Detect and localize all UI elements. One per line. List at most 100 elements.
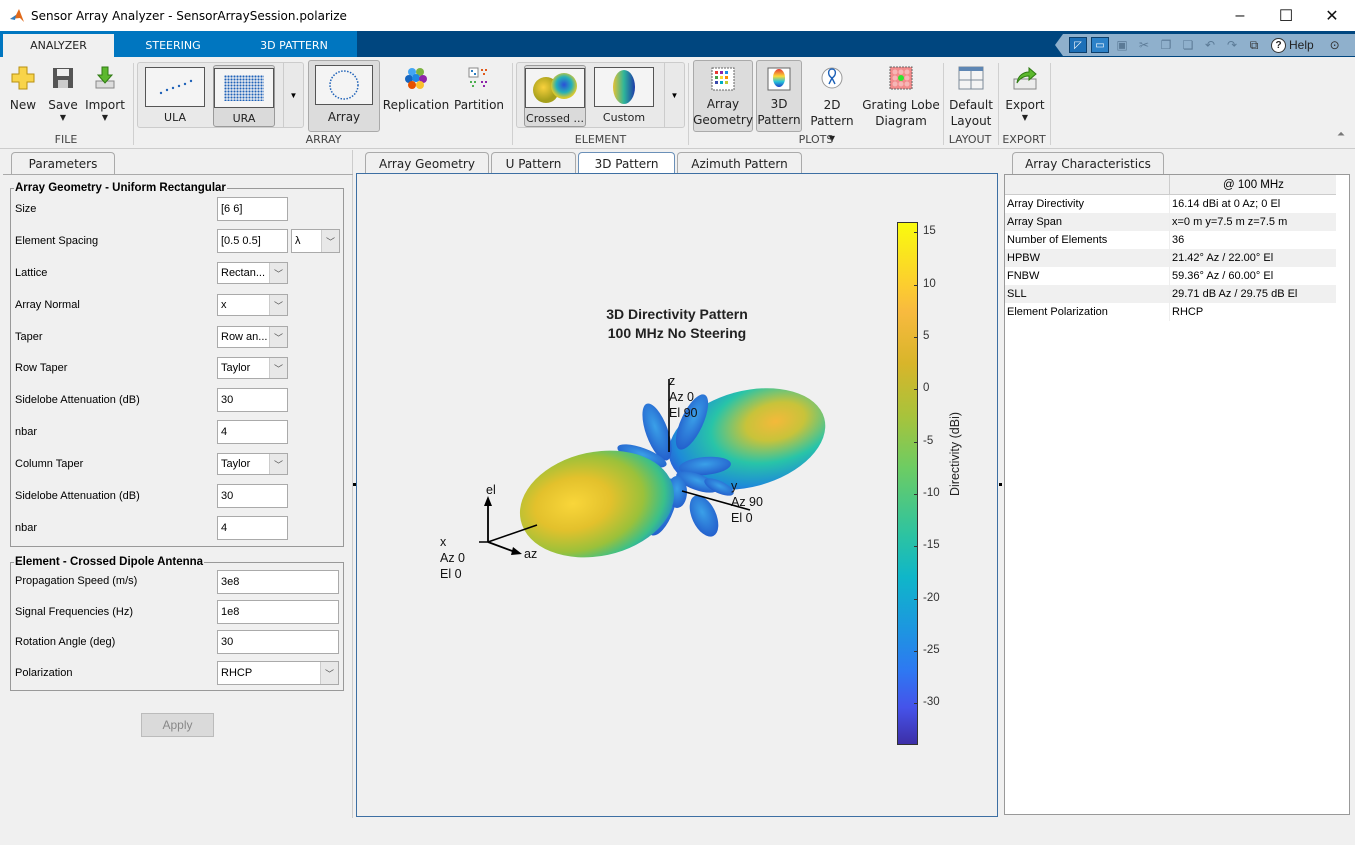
- row-taper-select[interactable]: Taylor ﹀: [217, 357, 288, 379]
- custom-element-button[interactable]: Custom: [593, 65, 655, 127]
- tab-u-pattern[interactable]: U Pattern: [491, 152, 576, 174]
- rotation-angle-label: Rotation Angle (deg): [15, 636, 116, 648]
- colorbar-tick-mark: [914, 441, 918, 443]
- grating-lobe-label-line2: Diagram: [875, 114, 927, 128]
- tab-parameters[interactable]: Parameters: [11, 152, 115, 174]
- 3d-pattern-label-line1: 3D: [770, 97, 788, 111]
- quick-access-toolbar: ◸ ▭ ▣ ✂ ❐ ❏ ↶ ↷ ⧉ ? Help ⊙: [1055, 34, 1355, 56]
- ula-button[interactable]: ULA: [144, 65, 206, 127]
- 3d-pattern-plot-button[interactable]: 3D Pattern: [756, 60, 802, 132]
- close-button[interactable]: ✕: [1309, 0, 1355, 31]
- layout-icon: [958, 65, 984, 91]
- row-sidelobe-input[interactable]: 30: [217, 388, 288, 412]
- tab-steering[interactable]: STEERING: [118, 34, 228, 57]
- size-label: Size: [15, 203, 37, 215]
- colorbar-tick-label: -15: [923, 539, 940, 552]
- tab-azimuth-pattern[interactable]: Azimuth Pattern: [677, 152, 802, 174]
- cut-icon[interactable]: ✂: [1135, 37, 1153, 53]
- section-layout: LAYOUT: [948, 133, 992, 146]
- export-button[interactable]: Export ▼: [1002, 57, 1048, 123]
- property-name-cell: Number of Elements: [1005, 231, 1170, 249]
- tab-array-characteristics[interactable]: Array Characteristics: [1012, 152, 1164, 174]
- new-button[interactable]: New: [6, 57, 40, 113]
- size-input[interactable]: [6 6]: [217, 197, 288, 221]
- colorbar-tick-label: -30: [923, 696, 940, 709]
- array-normal-label: Array Normal: [15, 299, 80, 311]
- export-icon: [1012, 65, 1038, 91]
- 2d-pattern-plot-button[interactable]: 2D Pattern ▼: [806, 57, 858, 145]
- colorbar-tick-label: 5: [923, 330, 930, 343]
- section-array: ARRAY: [305, 133, 342, 146]
- save-button[interactable]: Save ▼: [46, 57, 80, 123]
- table-row: Element Polarization RHCP: [1005, 303, 1336, 321]
- undo-icon[interactable]: ↶: [1201, 37, 1219, 53]
- save-icon[interactable]: ▣: [1113, 37, 1131, 53]
- rotation-angle-input[interactable]: 30: [217, 630, 339, 654]
- el-label: el: [486, 483, 496, 497]
- property-value-cell: RHCP: [1172, 306, 1204, 318]
- window-layout-icon[interactable]: ⧉: [1245, 37, 1263, 53]
- colorbar-tick-mark: [914, 232, 918, 234]
- import-button[interactable]: Import ▼: [85, 57, 125, 123]
- table-row: FNBW 59.36° Az / 60.00° El: [1005, 267, 1336, 285]
- element-legend: Element - Crossed Dipole Antenna: [15, 556, 204, 568]
- apply-button[interactable]: Apply: [141, 713, 214, 737]
- array-gallery-more-button[interactable]: ▼: [283, 63, 303, 127]
- array-geometry-plot-button[interactable]: Array Geometry: [693, 60, 753, 132]
- maximize-button[interactable]: ☐: [1263, 0, 1309, 31]
- ula-thumbnail-icon: [145, 67, 205, 107]
- spacing-unit-select[interactable]: λ ﹀: [291, 229, 340, 253]
- property-value-cell: x=0 m y=7.5 m z=7.5 m: [1172, 216, 1288, 228]
- row-nbar-input[interactable]: 4: [217, 420, 288, 444]
- column-sidelobe-input[interactable]: 30: [217, 484, 288, 508]
- propagation-speed-input[interactable]: 3e8: [217, 570, 339, 594]
- array-normal-select[interactable]: x ﹀: [217, 294, 288, 316]
- polarization-label: Polarization: [15, 667, 73, 679]
- property-value-cell: 36: [1172, 234, 1185, 246]
- window-title: Sensor Array Analyzer - SensorArraySessi…: [31, 8, 347, 23]
- partition-icon: [466, 65, 492, 91]
- tab-array-geometry[interactable]: Array Geometry: [365, 152, 489, 174]
- tab-analyzer[interactable]: ANALYZER: [3, 34, 114, 57]
- paste-icon[interactable]: ❏: [1179, 37, 1197, 53]
- pattern-plot-icon[interactable]: ▭: [1091, 37, 1109, 53]
- partition-button[interactable]: Partition: [454, 57, 504, 113]
- colorbar-tick-mark: [914, 337, 918, 339]
- section-element: ELEMENT: [574, 133, 627, 146]
- copy-icon[interactable]: ❐: [1157, 37, 1175, 53]
- expand-toolbar-icon[interactable]: ⊙: [1326, 37, 1344, 53]
- minimize-button[interactable]: –: [1217, 0, 1263, 31]
- ura-button[interactable]: URA: [213, 65, 275, 127]
- replication-button[interactable]: Replication: [383, 57, 449, 113]
- help-button[interactable]: ? Help: [1271, 37, 1314, 53]
- column-nbar-input[interactable]: 4: [217, 516, 288, 540]
- partition-label: Partition: [454, 98, 505, 112]
- lattice-value: Rectan...: [221, 267, 266, 279]
- array-geometry-legend: Array Geometry - Uniform Rectangular: [15, 182, 226, 194]
- element-spacing-input[interactable]: [0.5 0.5]: [217, 229, 288, 253]
- tab-3d-pattern[interactable]: 3D PATTERN: [232, 34, 356, 57]
- column-taper-select[interactable]: Taylor ﹀: [217, 453, 288, 475]
- array-plot-icon[interactable]: ◸: [1069, 37, 1087, 53]
- default-layout-button[interactable]: Default Layout: [947, 57, 995, 129]
- colorbar-tick-mark: [914, 546, 918, 548]
- lattice-label: Lattice: [15, 267, 48, 279]
- right-splitter-handle[interactable]: [999, 483, 1002, 486]
- crossed-dipole-button[interactable]: Crossed ...: [524, 65, 586, 127]
- tab-3d-pattern-plot[interactable]: 3D Pattern: [578, 152, 675, 175]
- element-gallery-more-button[interactable]: ▼: [664, 63, 684, 127]
- chevron-down-icon: ﹀: [320, 662, 338, 684]
- chevron-down-icon: ﹀: [321, 230, 339, 252]
- array-geometry-icon: [710, 66, 736, 92]
- left-splitter-handle[interactable]: [353, 483, 356, 486]
- save-caret-icon: ▼: [59, 113, 67, 122]
- polarization-select[interactable]: RHCP ﹀: [217, 661, 339, 685]
- redo-icon[interactable]: ↷: [1223, 37, 1241, 53]
- taper-select[interactable]: Row an... ﹀: [217, 326, 288, 348]
- grating-lobe-diagram-button[interactable]: Grating Lobe Diagram: [862, 57, 940, 129]
- collapse-ribbon-icon[interactable]: ⏶: [1337, 129, 1345, 140]
- array-button[interactable]: Array: [308, 60, 380, 132]
- signal-frequencies-input[interactable]: 1e8: [217, 600, 339, 624]
- lattice-select[interactable]: Rectan... ﹀: [217, 262, 288, 284]
- export-caret-icon: ▼: [1021, 113, 1029, 122]
